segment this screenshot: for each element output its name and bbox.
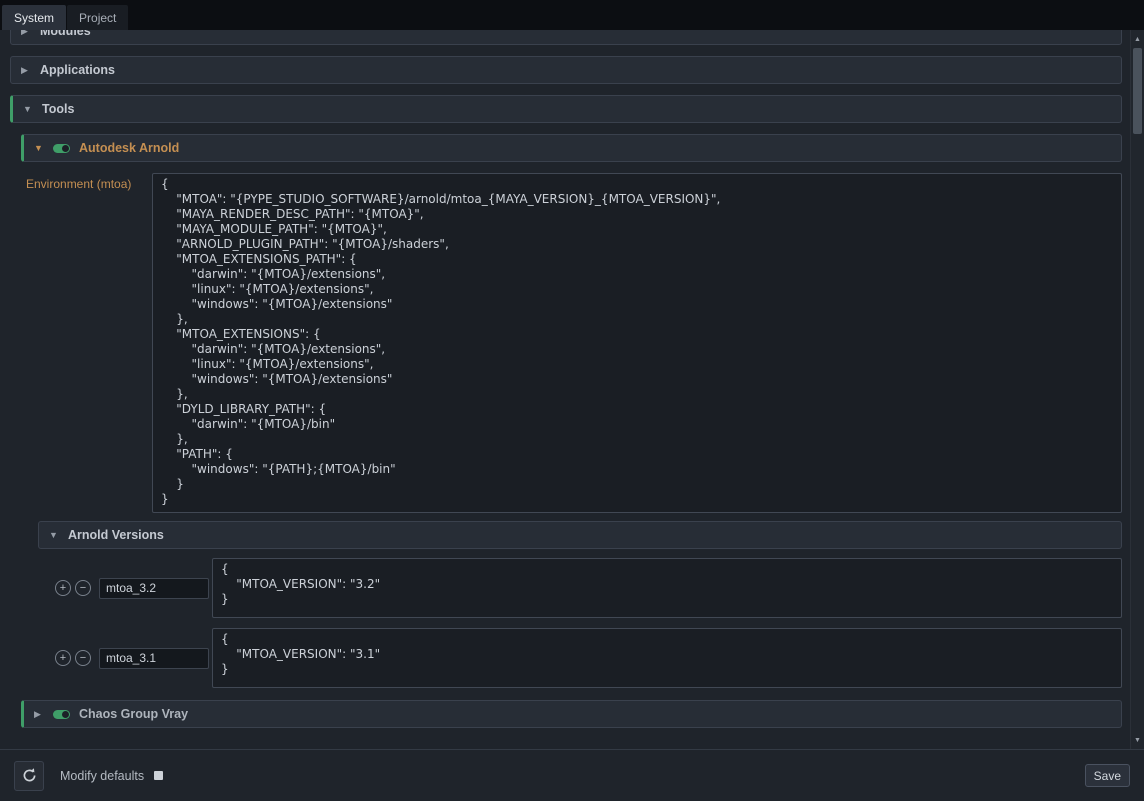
enabled-toggle-icon[interactable] [53,710,70,719]
version-row: + − { "MTOA_VERSION": "3.1" } [38,628,1122,688]
section-label-autodesk-arnold: Autodesk Arnold [79,141,179,155]
modify-defaults-checkbox[interactable] [154,771,163,780]
version-name-input[interactable] [99,578,209,599]
section-header-modules[interactable]: ▶ Modules [10,30,1122,45]
toggle-knob [62,145,69,152]
environment-label: Environment (mtoa) [21,173,152,191]
settings-scroll-area: ▶ Modules ▶ Applications ▼ Tools ▼ Autod… [0,30,1130,749]
add-version-button[interactable]: + [55,650,71,666]
chevron-down-icon: ▼ [34,144,44,153]
settings-window: System Project ▶ Modules ▶ Applications … [0,0,1144,801]
version-json-editor[interactable]: { "MTOA_VERSION": "3.1" } [212,628,1122,688]
vertical-scrollbar[interactable]: ▲ ▼ [1130,30,1144,749]
chevron-down-icon: ▼ [49,531,59,540]
arnold-versions-group: ▼ Arnold Versions + − { "MTOA_VERSION": … [38,521,1122,688]
tab-system-label: System [14,11,54,25]
section-label-modules: Modules [40,30,91,38]
section-label-applications: Applications [40,63,115,77]
remove-version-button[interactable]: − [75,580,91,596]
main-tabbar: System Project [0,0,1144,30]
tools-section-body: ▼ Autodesk Arnold Environment (mtoa) { "… [10,134,1122,728]
section-label-tools: Tools [42,102,74,116]
scroll-up-arrow-icon[interactable]: ▲ [1131,32,1144,46]
enabled-toggle-icon[interactable] [53,144,70,153]
section-header-autodesk-arnold[interactable]: ▼ Autodesk Arnold [21,134,1122,162]
chevron-right-icon: ▶ [34,710,44,719]
remove-version-button[interactable]: − [75,650,91,666]
section-label-arnold-versions: Arnold Versions [68,528,164,542]
refresh-button[interactable] [14,761,44,791]
environment-field-row: Environment (mtoa) { "MTOA": "{PYPE_STUD… [21,173,1122,513]
footer-bar: Modify defaults Save [0,749,1144,801]
version-name-input[interactable] [99,648,209,669]
version-json-editor[interactable]: { "MTOA_VERSION": "3.2" } [212,558,1122,618]
section-label-chaos-group-vray: Chaos Group Vray [79,707,188,721]
tab-project-label: Project [79,11,116,25]
section-header-applications[interactable]: ▶ Applications [10,56,1122,84]
toggle-knob [62,711,69,718]
scroll-down-arrow-icon[interactable]: ▼ [1131,733,1144,747]
refresh-icon [21,767,38,784]
scrollbar-thumb[interactable] [1133,48,1142,134]
section-header-tools[interactable]: ▼ Tools [10,95,1122,123]
section-header-chaos-group-vray[interactable]: ▶ Chaos Group Vray [21,700,1122,728]
chevron-right-icon: ▶ [21,30,31,36]
tab-system[interactable]: System [2,5,66,30]
environment-json-editor[interactable]: { "MTOA": "{PYPE_STUDIO_SOFTWARE}/arnold… [152,173,1122,513]
add-version-button[interactable]: + [55,580,71,596]
tab-project[interactable]: Project [67,5,128,30]
chevron-right-icon: ▶ [21,66,31,75]
version-row: + − { "MTOA_VERSION": "3.2" } [38,558,1122,618]
chevron-down-icon: ▼ [23,105,33,114]
modify-defaults-label: Modify defaults [60,769,144,783]
save-button[interactable]: Save [1085,764,1130,787]
section-header-arnold-versions[interactable]: ▼ Arnold Versions [38,521,1122,549]
